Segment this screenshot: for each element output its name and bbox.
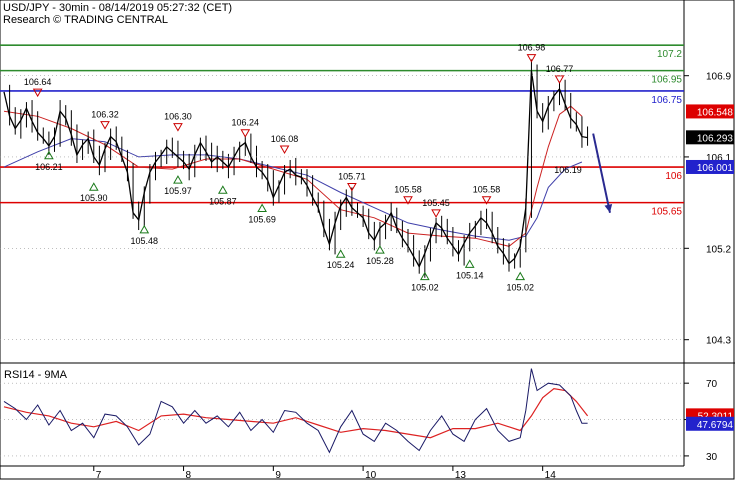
level-label-2: 106.75 xyxy=(651,95,682,106)
level-label-0: 107.2 xyxy=(657,49,682,60)
axes: 104.3105.2106.1106.97 8 9 10 13 14 xyxy=(0,72,731,480)
pivot-low-label-6: 105.24 xyxy=(327,260,355,270)
pivot-high-label-10: 106.77 xyxy=(546,64,574,74)
pivot-high-marker-1 xyxy=(100,121,110,130)
price-ytick-label-0: 104.3 xyxy=(706,336,731,347)
chart-subtitle: Research © TRADING CENTRAL xyxy=(3,14,168,26)
ma-fast-line xyxy=(3,105,583,247)
forecast-arrow-head xyxy=(604,204,613,213)
price-series xyxy=(3,59,589,278)
price-tag-label-0: 106.548 xyxy=(697,107,734,118)
rsi-ma-line xyxy=(3,387,589,439)
level-label-1: 106.95 xyxy=(651,75,682,86)
xtick-label-1: 8 xyxy=(186,470,192,480)
moving-averages xyxy=(3,105,583,247)
rsi-ytick-label-0: 30 xyxy=(706,452,718,463)
pivot-high-label-7: 105.45 xyxy=(422,198,450,208)
price-ytick-label-3: 106.9 xyxy=(706,72,731,83)
pivot-high-label-0: 106.64 xyxy=(24,77,52,87)
pivot-high-marker-4 xyxy=(279,145,290,154)
pivot-low-label-10: 105.02 xyxy=(506,283,534,293)
pivot-high-label-8: 105.58 xyxy=(473,185,501,195)
xtick-label-3: 10 xyxy=(365,470,377,480)
pivot-low-marker-10 xyxy=(515,271,526,281)
price-tags: 106.548 106.293 106.001 xyxy=(686,104,734,174)
pivot-high-label-4: 106.08 xyxy=(271,134,299,144)
pivot-high-label-6: 105.58 xyxy=(394,185,422,195)
support-resistance-levels: 107.2 106.95 106.75 106 105.65 xyxy=(0,44,684,218)
pivot-low-label-2: 105.48 xyxy=(131,236,159,246)
pivot-low-marker-6 xyxy=(335,249,346,258)
level-label-4: 105.65 xyxy=(651,207,682,218)
rsi-line xyxy=(3,368,588,454)
pivot-high-label-5: 105.71 xyxy=(338,172,366,182)
pivot-high-label-3: 106.24 xyxy=(232,118,260,128)
usdjpy-chart: USD/JPY - 30min - 08/14/2019 05:27:32 (C… xyxy=(0,0,735,480)
pivot-low-label-0: 106.21 xyxy=(35,162,63,172)
extra-price-label-0: 106.19 xyxy=(554,165,582,175)
pivot-low-marker-5 xyxy=(257,203,267,213)
pivot-low-marker-1 xyxy=(88,182,99,191)
pivot-low-label-9: 105.14 xyxy=(456,270,484,280)
xtick-label-2: 9 xyxy=(275,470,281,480)
pivot-low-marker-3 xyxy=(173,175,183,184)
rsi-panel-title: RSI14 - 9MA xyxy=(4,369,68,381)
price-tag-label-2: 106.001 xyxy=(697,163,734,174)
xtick-label-4: 13 xyxy=(455,470,467,480)
pivot-high-marker-7 xyxy=(431,209,441,218)
rsi-ytick-label-2: 70 xyxy=(706,379,718,390)
pivot-low-label-3: 105.97 xyxy=(164,186,192,196)
forecast-arrow-shaft xyxy=(592,133,611,213)
pivot-low-label-5: 105.69 xyxy=(248,215,276,225)
pivot-high-label-2: 106.30 xyxy=(164,112,192,122)
xtick-label-0: 7 xyxy=(96,470,102,480)
pivot-low-marker-4 xyxy=(217,185,228,194)
pivot-high-marker-2 xyxy=(173,123,183,132)
pivot-low-label-1: 105.90 xyxy=(80,193,108,203)
chart-frame xyxy=(0,0,735,480)
chart-root: USD/JPY - 30min - 08/14/2019 05:27:32 (C… xyxy=(0,0,735,480)
pivot-low-marker-9 xyxy=(464,259,475,268)
level-label-3: 106 xyxy=(665,171,682,182)
rsi-series: 30507052.301147.6794 xyxy=(0,368,734,463)
pivot-low-label-7: 105.28 xyxy=(366,256,394,266)
rsi-tag-label-1: 47.6794 xyxy=(697,420,734,431)
price-tag-label-1: 106.293 xyxy=(697,133,734,144)
xtick-label-5: 14 xyxy=(545,470,557,480)
pivot-high-label-9: 106.98 xyxy=(518,43,546,53)
pivot-low-label-8: 105.02 xyxy=(411,283,439,293)
pivot-low-label-4: 105.87 xyxy=(209,196,237,206)
price-ytick-label-1: 105.2 xyxy=(706,244,731,255)
pivot-high-label-1: 106.32 xyxy=(91,110,119,120)
chart-title: USD/JPY - 30min - 08/14/2019 05:27:32 (C… xyxy=(3,2,232,14)
